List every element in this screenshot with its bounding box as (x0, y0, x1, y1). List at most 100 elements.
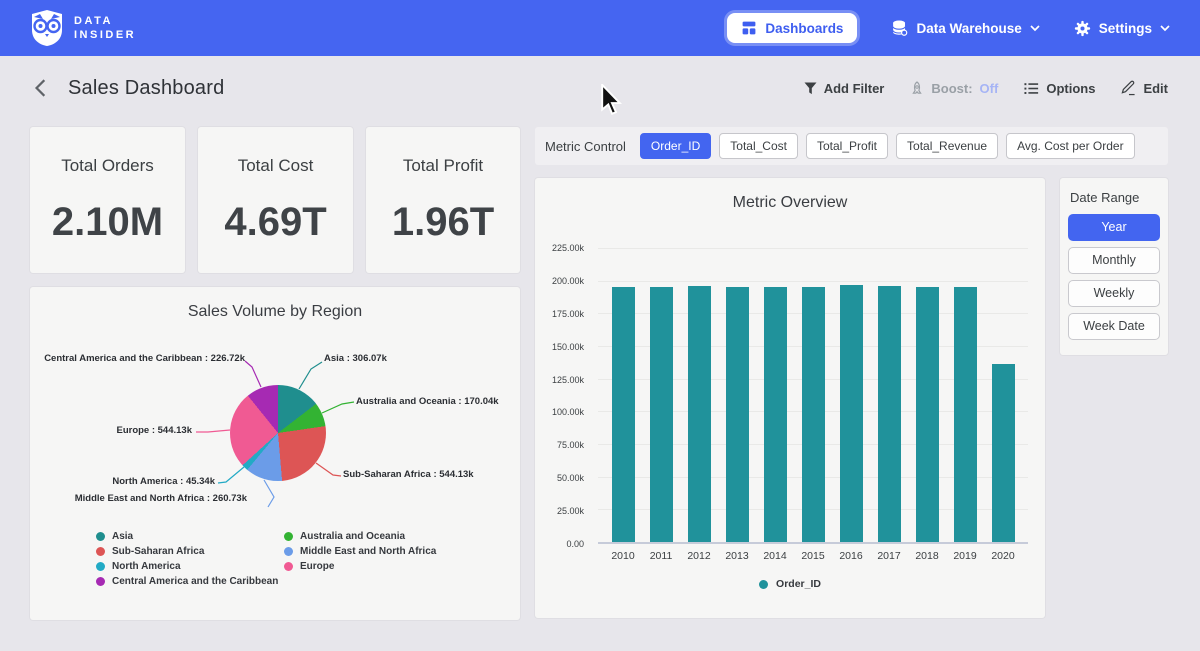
legend-label: North America (112, 561, 181, 572)
legend-item-australia-and-oceania[interactable]: Australia and Oceania (284, 531, 476, 542)
nav-data-warehouse-button[interactable]: Data Warehouse (891, 19, 1039, 37)
options-label: Options (1046, 81, 1095, 96)
legend-label: Middle East and North Africa (300, 546, 436, 557)
legend-label: Central America and the Caribbean (112, 576, 278, 587)
rocket-icon (910, 81, 924, 96)
legend-item-sub-saharan-africa[interactable]: Sub-Saharan Africa (96, 546, 284, 557)
database-icon (891, 19, 908, 37)
date-range-weekly[interactable]: Weekly (1068, 280, 1160, 307)
legend-dot (96, 562, 105, 571)
metric-control-bar: Metric Control Order_ID Total_Cost Total_P… (535, 127, 1168, 165)
navbar-menu: Dashboards Data Warehouse (727, 13, 1170, 43)
metric-chip-total-revenue[interactable]: Total_Revenue (896, 133, 998, 159)
legend-item-asia[interactable]: Asia (96, 531, 284, 542)
nav-dashboards-button[interactable]: Dashboards (727, 13, 857, 43)
metric-control-label: Metric Control (545, 139, 626, 154)
legend-item-middle-east-and-north-africa[interactable]: Middle East and North Africa (284, 546, 476, 557)
bar-chart-x-axis: 2010201120122013201420152016201720182019… (598, 550, 1028, 562)
bar-column (756, 248, 794, 542)
bar-2017[interactable] (878, 286, 901, 542)
nav-settings-label: Settings (1099, 21, 1152, 36)
pie-label-middle-east-north-africa: Middle East and North Africa : 260.73k (75, 493, 247, 504)
legend-item-central-america-and-the-caribbean[interactable]: Central America and the Caribbean (96, 576, 284, 587)
bar-column (984, 248, 1022, 542)
x-tick-2017: 2017 (870, 550, 908, 562)
kpi-label: Total Profit (403, 156, 483, 176)
pie-label-north-america: North America : 45.34k (112, 476, 215, 487)
boost-toggle[interactable]: Boost: Off (910, 81, 998, 96)
brand-logo[interactable]: DATA INSIDER (30, 10, 136, 46)
boost-state: Off (980, 81, 999, 96)
y-tick-50-00k: 50.00k (557, 473, 584, 483)
legend-dot (96, 547, 105, 556)
x-tick-2010: 2010 (604, 550, 642, 562)
bar-chart-y-axis: 225.00k200.00k175.00k150.00k125.00k100.0… (535, 248, 590, 544)
bar-column (946, 248, 984, 542)
back-chevron-icon (34, 78, 48, 98)
bar-chart-legend[interactable]: Order_ID (535, 578, 1045, 590)
legend-dot (284, 532, 293, 541)
kpi-card-total-orders: Total Orders 2.10M (30, 127, 185, 273)
bar-2018[interactable] (916, 287, 939, 542)
y-tick-125-00k: 125.00k (552, 375, 584, 385)
bar-2015[interactable] (802, 287, 825, 542)
date-range-label: Date Range (1070, 190, 1160, 205)
bar-column (870, 248, 908, 542)
metric-chip-total-profit[interactable]: Total_Profit (806, 133, 888, 159)
pie-chart-title: Sales Volume by Region (30, 287, 520, 321)
x-tick-2014: 2014 (756, 550, 794, 562)
y-tick-175-00k: 175.00k (552, 309, 584, 319)
kpi-value: 2.10M (52, 200, 163, 245)
add-filter-button[interactable]: Add Filter (804, 81, 885, 96)
brand-line2: INSIDER (74, 29, 136, 41)
metric-chip-total-cost[interactable]: Total_Cost (719, 133, 798, 159)
legend-dot (96, 577, 105, 586)
chevron-down-icon (1160, 25, 1170, 32)
bar-2016[interactable] (840, 285, 863, 542)
x-tick-2011: 2011 (642, 550, 680, 562)
legend-dot (759, 580, 768, 589)
x-tick-2013: 2013 (718, 550, 756, 562)
kpi-value: 1.96T (392, 200, 494, 245)
date-range-year[interactable]: Year (1068, 214, 1160, 241)
bar-2010[interactable] (612, 287, 635, 542)
bar-2012[interactable] (688, 286, 711, 542)
nav-dashboards-label: Dashboards (765, 21, 843, 36)
edit-button[interactable]: Edit (1121, 80, 1168, 96)
legend-item-europe[interactable]: Europe (284, 561, 476, 572)
bar-2020[interactable] (992, 364, 1015, 542)
date-range-week-date[interactable]: Week Date (1068, 313, 1160, 340)
date-range-options: Year Monthly Weekly Week Date (1068, 214, 1160, 340)
legend-item-north-america[interactable]: North America (96, 561, 284, 572)
pie-legend: Asia Australia and Oceania Sub-Saharan Afr… (96, 531, 476, 587)
nav-settings-button[interactable]: Settings (1074, 20, 1170, 37)
y-tick-200-00k: 200.00k (552, 276, 584, 286)
bar-column (794, 248, 832, 542)
date-range-monthly[interactable]: Monthly (1068, 247, 1160, 274)
bar-2014[interactable] (764, 287, 787, 542)
bar-column (718, 248, 756, 542)
back-button[interactable] (30, 74, 52, 102)
pie-label-australia-oceania: Australia and Oceania : 170.04k (356, 396, 499, 407)
metric-chip-order-id[interactable]: Order_ID (640, 133, 711, 159)
options-button[interactable]: Options (1024, 81, 1095, 96)
bar-2019[interactable] (954, 287, 977, 542)
legend-dot (96, 532, 105, 541)
bar-column (908, 248, 946, 542)
filter-icon (804, 82, 817, 95)
kpi-value: 4.69T (224, 200, 326, 245)
pie-chart[interactable] (230, 385, 326, 481)
pie-label-sub-saharan-africa: Sub-Saharan Africa : 544.13k (343, 469, 474, 480)
x-tick-2012: 2012 (680, 550, 718, 562)
x-tick-2016: 2016 (832, 550, 870, 562)
metric-chip-avg-cost-per-order[interactable]: Avg. Cost per Order (1006, 133, 1135, 159)
pencil-icon (1121, 80, 1136, 96)
bar-column (642, 248, 680, 542)
bar-2011[interactable] (650, 287, 673, 542)
kpi-label: Total Cost (238, 156, 314, 176)
bar-chart-bars (598, 248, 1028, 542)
kpi-card-total-profit: Total Profit 1.96T (366, 127, 520, 273)
bar-2013[interactable] (726, 287, 749, 542)
owl-logo-icon (30, 10, 64, 46)
legend-label: Australia and Oceania (300, 531, 405, 542)
